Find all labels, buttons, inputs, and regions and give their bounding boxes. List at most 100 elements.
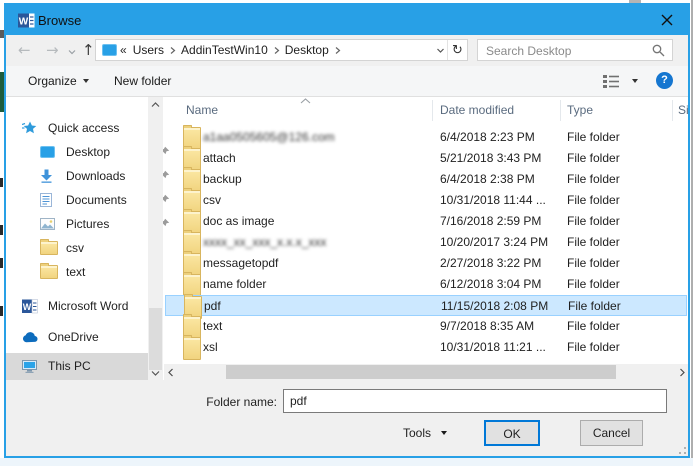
file-type: File folder <box>567 190 667 211</box>
documents-icon <box>40 193 58 207</box>
new-folder-button[interactable]: New folder <box>114 66 171 96</box>
background-bottom-strip <box>0 458 693 466</box>
sidebar-scroll-down-icon[interactable] <box>151 369 160 377</box>
breadcrumb-chevron-icon <box>169 46 176 55</box>
search-icon[interactable] <box>652 44 665 57</box>
sidebar-item-label: Pictures <box>66 217 109 231</box>
sidebar-item-onedrive[interactable]: OneDrive <box>6 326 164 348</box>
file-row[interactable]: name folder6/12/2018 3:04 PMFile folder <box>165 274 687 295</box>
column-header-date-modified[interactable]: Date modified <box>440 97 550 124</box>
folder-icon <box>40 241 58 255</box>
sidebar-item-label: Desktop <box>66 145 110 159</box>
file-date-modified: 9/7/2018 8:35 AM <box>440 316 565 337</box>
sidebar-item-this-pc[interactable]: This PC <box>6 355 164 377</box>
folder-name-input[interactable] <box>283 389 667 413</box>
file-type: File folder <box>568 296 668 317</box>
breadcrumb-overflow[interactable]: « <box>117 43 130 57</box>
tools-button[interactable]: Tools <box>403 420 447 446</box>
column-divider <box>560 100 561 121</box>
column-header-type[interactable]: Type <box>567 97 662 124</box>
file-name: backup <box>203 169 428 190</box>
recent-locations-chevron-icon[interactable] <box>68 48 76 56</box>
word-icon: W <box>22 299 40 314</box>
file-date-modified: 10/31/2018 11:21 ... <box>440 337 565 358</box>
file-name: attach <box>203 148 428 169</box>
file-type: File folder <box>567 337 667 358</box>
file-row[interactable]: a1aa0505605@126.com6/4/2018 2:23 PMFile … <box>165 127 687 148</box>
tools-label: Tools <box>403 426 431 440</box>
search-input[interactable] <box>484 41 648 61</box>
file-date-modified: 11/15/2018 2:08 PM <box>441 296 566 317</box>
list-horizontal-scrollbar-thumb[interactable] <box>226 365 616 379</box>
sidebar-scroll-up-icon[interactable] <box>151 101 160 109</box>
resize-grip[interactable] <box>674 442 688 456</box>
breadcrumb-addintestwin10[interactable]: AddinTestWin10 <box>178 43 271 57</box>
file-date-modified: 6/4/2018 2:38 PM <box>440 169 565 190</box>
close-icon[interactable] <box>660 13 674 27</box>
folder-icon <box>40 265 58 279</box>
breadcrumb-desktop[interactable]: Desktop <box>282 43 332 57</box>
sidebar-scrollbar-thumb[interactable] <box>149 308 162 370</box>
file-row[interactable]: xxxx_xx_xxx_x.x.x_xxx10/20/2017 3:24 PMF… <box>165 232 687 253</box>
breadcrumb-chevron-icon <box>334 46 341 55</box>
file-date-modified: 6/4/2018 2:23 PM <box>440 127 565 148</box>
file-type: File folder <box>567 169 667 190</box>
column-header-size[interactable]: Size <box>678 97 688 124</box>
file-row[interactable]: backup 6/4/2018 2:38 PMFile folder <box>165 169 687 190</box>
background-artifact <box>0 72 4 112</box>
breadcrumb-chevron-icon <box>273 46 280 55</box>
view-mode-caret-icon[interactable] <box>632 79 638 83</box>
back-icon[interactable]: ← <box>18 35 31 66</box>
column-header-name[interactable]: Name <box>186 97 386 124</box>
background-artifact <box>0 30 4 38</box>
file-name: xxxx_xx_xxx_x.x.x_xxx <box>203 232 428 253</box>
breadcrumb-users[interactable]: Users <box>130 43 167 57</box>
pictures-icon <box>40 218 58 230</box>
sidebar-item-quick-access[interactable]: Quick access <box>6 117 164 139</box>
file-name: doc as image <box>203 211 428 232</box>
up-icon[interactable]: ↑ <box>82 35 95 66</box>
view-mode-icon[interactable] <box>603 75 620 88</box>
file-name: a1aa0505605@126.com <box>203 127 428 148</box>
file-row[interactable]: attach5/21/2018 3:43 PMFile folder <box>165 148 687 169</box>
sidebar-item-label: OneDrive <box>48 330 99 344</box>
scroll-left-icon[interactable] <box>167 368 175 377</box>
address-bar[interactable]: « Users AddinTestWin10 Desktop ↻ <box>95 39 468 61</box>
thispc-icon <box>22 360 40 373</box>
cancel-button[interactable]: Cancel <box>580 420 643 446</box>
new-folder-label: New folder <box>114 74 171 88</box>
folder-name-label: Folder name: <box>180 395 277 409</box>
folder-icon <box>183 337 201 360</box>
star-icon <box>22 121 40 135</box>
file-row[interactable]: pdf11/15/2018 2:08 PMFile folder <box>165 295 687 316</box>
ok-button[interactable]: OK <box>484 420 540 446</box>
address-dropdown-chevron-icon[interactable] <box>436 46 445 55</box>
file-date-modified: 2/27/2018 3:22 PM <box>440 253 565 274</box>
organize-button[interactable]: Organize <box>28 66 89 96</box>
downloads-icon <box>40 169 58 183</box>
scroll-right-icon[interactable] <box>678 368 686 377</box>
organize-caret-icon <box>83 79 89 83</box>
file-row[interactable]: text9/7/2018 8:35 AMFile folder <box>165 316 687 337</box>
word-app-icon: W <box>18 12 35 29</box>
window-title: Browse <box>38 13 81 28</box>
file-row[interactable]: messagetopdf2/27/2018 3:22 PMFile folder <box>165 253 687 274</box>
title-bar[interactable]: W Browse <box>6 5 688 35</box>
desktop-icon <box>40 146 58 158</box>
sidebar-item-label: Documents <box>66 193 127 207</box>
file-date-modified: 6/12/2018 3:04 PM <box>440 274 565 295</box>
forward-icon[interactable]: → <box>46 35 59 66</box>
file-date-modified: 5/21/2018 3:43 PM <box>440 148 565 169</box>
refresh-icon[interactable]: ↻ <box>448 43 467 58</box>
file-name: xsl <box>203 337 428 358</box>
file-date-modified: 10/20/2017 3:24 PM <box>440 232 565 253</box>
onedrive-icon <box>22 332 40 343</box>
file-row[interactable]: xsl 10/31/2018 11:21 ...File folder <box>165 337 687 358</box>
file-row[interactable]: csv10/31/2018 11:44 ...File folder <box>165 190 687 211</box>
sidebar-item-microsoft-word[interactable]: WMicrosoft Word <box>6 295 164 317</box>
navigation-bar: ← → ↑ « Users AddinTestWin10 Desktop ↻ <box>6 35 688 66</box>
help-icon[interactable]: ? <box>656 72 673 89</box>
file-row[interactable]: doc as image7/16/2018 2:59 PMFile folder <box>165 211 687 232</box>
file-name: text <box>203 316 428 337</box>
browse-dialog-screen: W Browse ← → ↑ « Users AddinTestWin10 De… <box>0 0 693 466</box>
